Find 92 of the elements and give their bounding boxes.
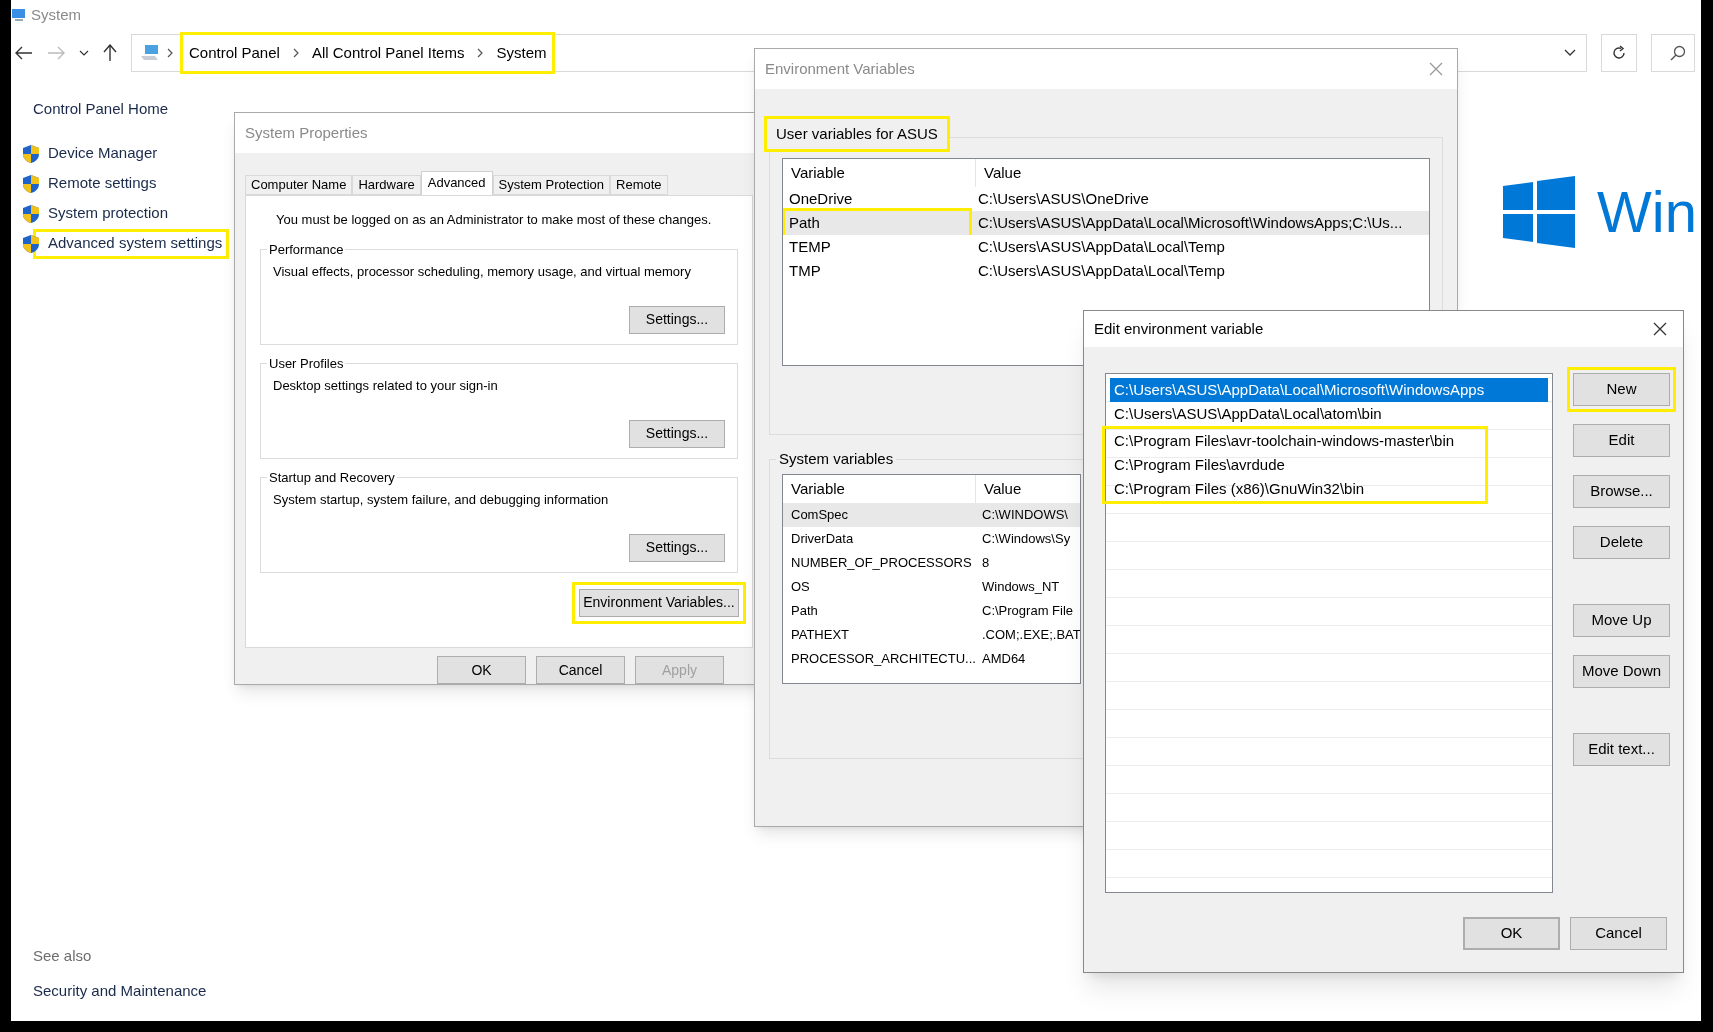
shield-icon [22, 173, 40, 194]
list-item[interactable]: C:\Program Files (x86)\GnuWin32\bin [1110, 477, 1485, 501]
refresh-button[interactable] [1601, 34, 1637, 72]
breadcrumb-item[interactable]: Control Panel [189, 41, 280, 65]
table-cell: TMP [789, 262, 821, 279]
table-cell: PROCESSOR_ARCHITECTU... [791, 650, 976, 668]
table-cell-text: AMD64 [982, 650, 1026, 669]
dialog-button[interactable]: Browse... [1573, 475, 1670, 508]
dialog-button[interactable]: Delete [1573, 526, 1670, 559]
table-cell-text: C:\Program File [982, 602, 1074, 621]
table-cell: Path [789, 214, 820, 231]
shield-icon [22, 203, 40, 224]
column-header[interactable]: Value [976, 159, 1022, 187]
dialog-button[interactable]: Move Down [1573, 655, 1670, 688]
table-cell-text: C:\Users\ASUS\AppData\Local\Temp [978, 260, 1225, 281]
list-item[interactable]: C:\Program Files\avr-toolchain-windows-master\bin [1110, 429, 1485, 453]
nav-link[interactable]: Security and Maintenance [33, 979, 207, 1002]
close-button[interactable] [1651, 320, 1669, 338]
tab[interactable]: Computer Name [245, 175, 353, 195]
list-item[interactable]: C:\Users\ASUS\AppData\Local\atom\bin [1110, 402, 1548, 426]
table-cell-text: C:\WINDOWS\ [982, 506, 1068, 525]
breadcrumb-item[interactable]: All Control Panel Items [311, 41, 465, 65]
chevron-right-icon [166, 48, 174, 58]
table-cell-text: C:\Users\ASUS\OneDrive [978, 188, 1149, 209]
tab[interactable]: Remote [610, 175, 668, 195]
table-cell-text: Windows_NT [982, 578, 1060, 597]
up-arrow-icon [103, 44, 117, 62]
nav-link[interactable]: Remote settings [48, 172, 157, 195]
dialog-button[interactable]: Settings... [629, 419, 725, 448]
table-cell: ComSpec [791, 506, 849, 524]
nav-link[interactable]: System protection [48, 202, 169, 225]
dialog-button[interactable]: OK [437, 656, 526, 684]
computer-icon [11, 7, 27, 23]
refresh-icon [1611, 45, 1627, 61]
back-arrow-icon [15, 46, 33, 60]
dialog-button[interactable]: Settings... [629, 533, 725, 562]
table-cell-text: C:\Windows\Sy [982, 530, 1071, 549]
table-cell-text: C:\Users\ASUS\AppData\Local\Temp [978, 236, 1225, 257]
breadcrumb-item[interactable]: System [496, 41, 547, 65]
list-item[interactable]: C:\Program Files\avrdude [1110, 453, 1485, 477]
group-description: System startup, system failure, and debugging information [273, 490, 610, 509]
shield-icon [22, 143, 40, 164]
dialog-button[interactable]: Cancel [1570, 917, 1667, 950]
table-cell: PATHEXT [791, 626, 850, 644]
group-description: Desktop settings related to your sign-in [273, 376, 499, 395]
nav-link[interactable]: Advanced system settings [48, 232, 223, 255]
shield-icon [22, 233, 40, 254]
table-cell-text: .COM;.EXE;.BAT [982, 626, 1080, 645]
window-title: Environment Variables [765, 58, 915, 79]
chevron-right-icon [476, 48, 485, 58]
list-item[interactable]: C:\Users\ASUS\AppData\Local\Microsoft\WindowsApps [1110, 378, 1548, 402]
dropdown-chevron-icon [1564, 49, 1576, 57]
nav-link[interactable]: Device Manager [48, 142, 158, 165]
dialog-button[interactable]: Edit [1573, 424, 1670, 457]
column-header[interactable]: Value [976, 475, 1022, 503]
section-heading: See also [33, 946, 92, 966]
dialog-button[interactable]: Settings... [629, 305, 725, 334]
table-cell: OneDrive [789, 190, 853, 207]
dialog-button[interactable]: Environment Variables... [579, 588, 739, 617]
chevron-down-icon [79, 50, 89, 56]
notice-text: You must be logged on as an Administrator to make most of these changes. [275, 211, 713, 229]
table-cell-text: 8 [982, 554, 990, 573]
table-cell: TEMP [789, 238, 831, 255]
dialog-button[interactable]: Cancel [536, 656, 625, 684]
window-title: System [31, 4, 81, 25]
table-cell: DriverData [791, 530, 854, 548]
search-field[interactable] [1651, 34, 1695, 72]
windows-logo-icon [1503, 176, 1575, 248]
close-icon [1428, 61, 1444, 77]
table-cell: NUMBER_OF_PROCESSORS [791, 554, 972, 572]
dialog-button[interactable]: Edit text... [1573, 733, 1670, 766]
brand-text: Win [1597, 180, 1697, 244]
table-row[interactable]: Path C:\Users\ASUS\AppData\Local\Microsoft\WindowsApps;C:\Us... [783, 211, 1429, 235]
table-cell: Path [791, 602, 818, 620]
computer-icon [140, 44, 160, 62]
tab[interactable]: System Protection [492, 175, 611, 195]
table-row[interactable]: ComSpec C:\WINDOWS\ [783, 503, 1080, 527]
group-description: Visual effects, processor scheduling, memory usage, and virtual memory [273, 262, 692, 281]
nav-link[interactable]: Control Panel Home [33, 98, 169, 121]
chevron-right-icon [291, 48, 300, 58]
search-icon [1670, 45, 1686, 61]
dialog-button[interactable]: New [1573, 373, 1670, 406]
table-cell: OS [791, 578, 810, 596]
tab[interactable]: Advanced [420, 171, 493, 195]
table-cell-text: C:\Users\ASUS\AppData\Local\Microsoft\WindowsApps;C:\Us... [978, 212, 1403, 233]
dialog-button[interactable]: OK [1463, 917, 1560, 950]
window-title: System Properties [245, 122, 368, 143]
dialog-button[interactable]: Move Up [1573, 604, 1670, 637]
tab[interactable]: Hardware [352, 175, 421, 195]
forward-arrow-icon [47, 46, 65, 60]
close-icon [1652, 321, 1668, 337]
window-title: Edit environment variable [1094, 318, 1264, 339]
